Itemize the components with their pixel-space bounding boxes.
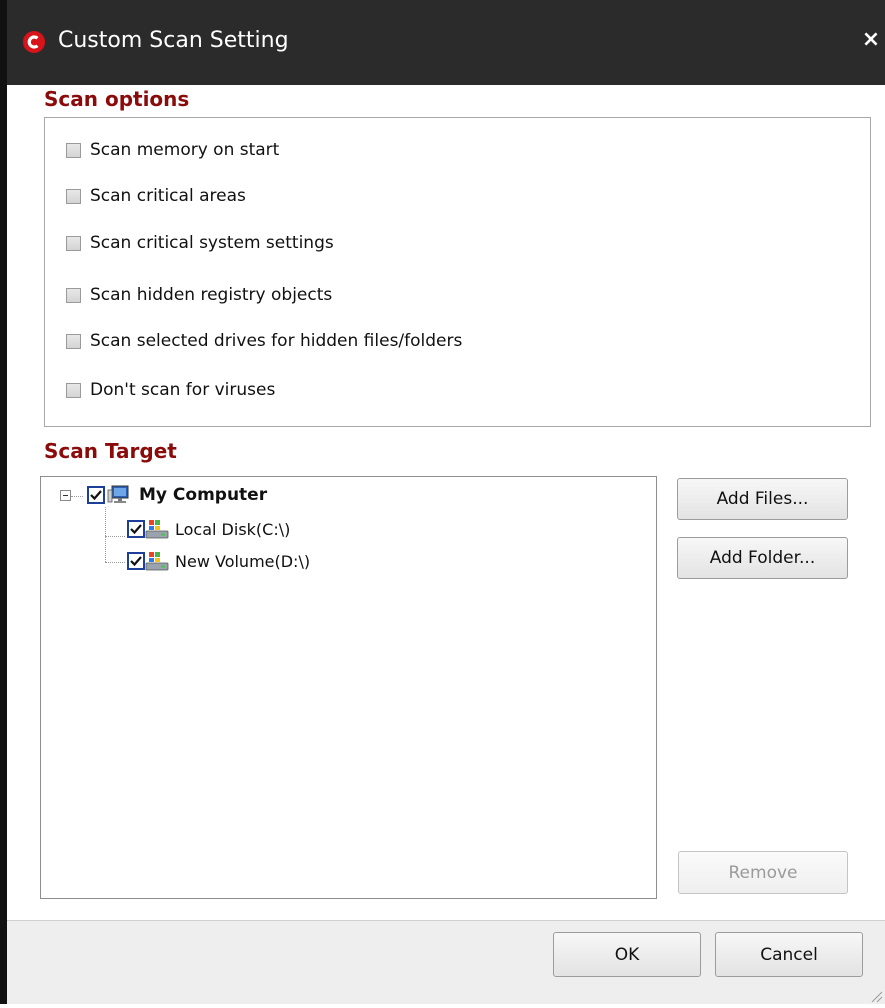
dialog-footer: OK Cancel	[7, 920, 885, 1004]
tree-label-local-disk-c: Local Disk(C:\)	[175, 519, 291, 539]
checkbox-my-computer[interactable]	[87, 486, 105, 504]
checkbox-scan-critical-areas[interactable]	[66, 188, 81, 204]
option-scan-critical-areas[interactable]: Scan critical areas	[66, 185, 246, 207]
tree-collapse-toggle[interactable]	[60, 490, 71, 501]
resize-grip-icon[interactable]	[869, 988, 883, 1003]
add-files-button[interactable]: Add Files...	[677, 478, 848, 520]
close-icon[interactable]: ×	[860, 27, 882, 53]
option-label: Scan selected drives for hidden files/fo…	[90, 331, 463, 351]
comodo-logo-icon	[23, 31, 45, 53]
tree-node-new-volume-d[interactable]: New Volume(D:\)	[127, 550, 310, 572]
tree-connector	[105, 507, 106, 562]
cancel-button[interactable]: Cancel	[715, 932, 863, 977]
option-label: Scan memory on start	[90, 140, 280, 160]
option-label: Scan critical areas	[90, 186, 246, 206]
tree-connector	[71, 496, 83, 497]
window-left-border	[0, 0, 7, 1004]
drive-icon	[145, 550, 169, 572]
checkbox-dont-scan-for-viruses[interactable]	[66, 382, 81, 398]
ok-button[interactable]: OK	[553, 932, 701, 977]
tree-label-new-volume-d: New Volume(D:\)	[175, 551, 311, 571]
tree-connector	[105, 536, 125, 537]
tree-node-local-disk-c[interactable]: Local Disk(C:\)	[127, 518, 290, 540]
checkbox-scan-hidden-registry-objects[interactable]	[66, 287, 81, 303]
window-title: Custom Scan Setting	[58, 28, 289, 53]
tree-label-my-computer: My Computer	[139, 485, 268, 505]
tree-node-my-computer[interactable]: My Computer	[87, 484, 267, 506]
option-scan-critical-system-settings[interactable]: Scan critical system settings	[66, 232, 334, 254]
option-scan-hidden-files-folders[interactable]: Scan selected drives for hidden files/fo…	[66, 330, 462, 352]
title-bar: Custom Scan Setting ×	[7, 0, 885, 85]
checkbox-new-volume-d[interactable]	[127, 552, 145, 570]
scan-options-group: Scan memory on start Scan critical areas…	[44, 117, 871, 427]
option-label: Scan critical system settings	[90, 233, 334, 253]
computer-icon	[107, 484, 131, 506]
option-label: Scan hidden registry objects	[90, 285, 333, 305]
add-folder-button[interactable]: Add Folder...	[677, 537, 848, 579]
option-dont-scan-for-viruses[interactable]: Don't scan for viruses	[66, 379, 275, 401]
drive-icon	[145, 518, 169, 540]
scan-target-tree[interactable]: My Computer Local Disk(C:\) New Volume(D…	[40, 476, 657, 899]
tree-connector	[105, 562, 125, 563]
option-label: Don't scan for viruses	[90, 380, 276, 400]
scan-target-heading: Scan Target	[44, 439, 177, 463]
option-scan-memory-on-start[interactable]: Scan memory on start	[66, 139, 279, 161]
checkbox-scan-hidden-files-folders[interactable]	[66, 333, 81, 349]
checkbox-scan-memory-on-start[interactable]	[66, 142, 81, 158]
remove-button[interactable]: Remove	[678, 851, 848, 894]
checkbox-local-disk-c[interactable]	[127, 520, 145, 538]
scan-options-heading: Scan options	[44, 87, 190, 111]
checkbox-scan-critical-system-settings[interactable]	[66, 235, 81, 251]
option-scan-hidden-registry-objects[interactable]: Scan hidden registry objects	[66, 284, 332, 306]
